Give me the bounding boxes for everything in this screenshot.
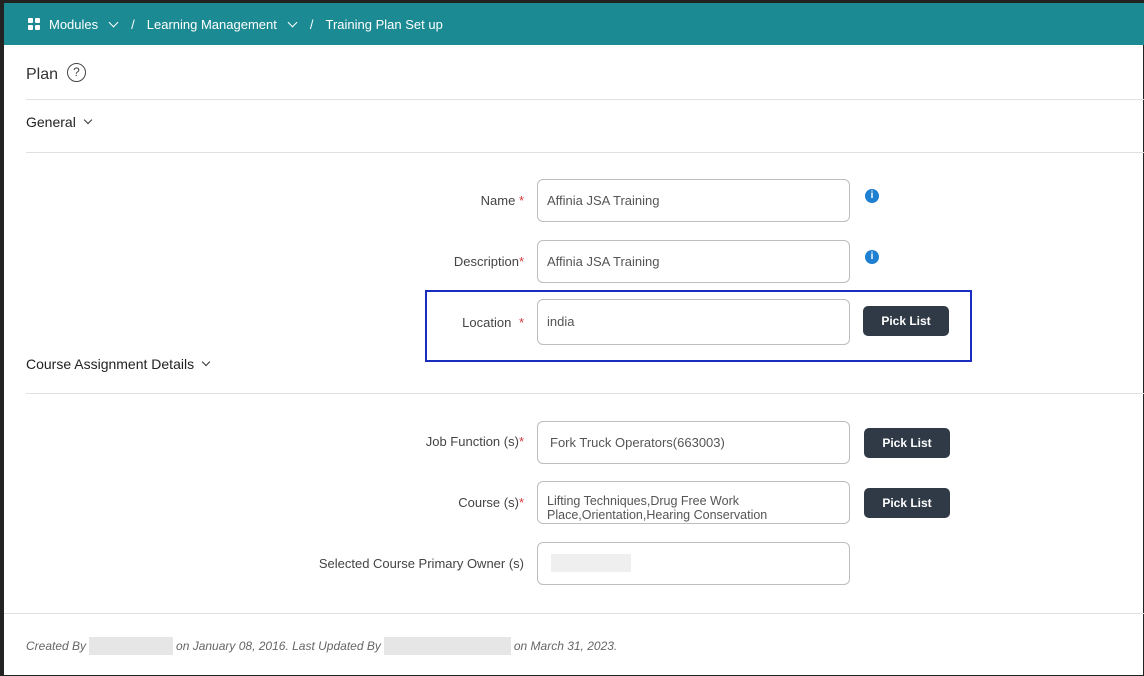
location-label: Location * xyxy=(462,315,524,330)
created-on-text: on January 08, 2016. Last Updated By xyxy=(176,639,381,653)
breadcrumb-learning-management[interactable]: Learning Management xyxy=(146,16,298,32)
job-function-label-text: Job Function (s) xyxy=(425,434,519,449)
location-field[interactable]: india xyxy=(537,299,850,345)
description-label-text: Description xyxy=(453,254,519,269)
help-icon[interactable]: ? xyxy=(67,63,86,82)
breadcrumb-separator: / xyxy=(131,16,135,32)
job-function-field-value: Fork Truck Operators(663003) xyxy=(550,435,725,450)
name-field[interactable]: Affinia JSA Training xyxy=(537,179,850,222)
job-function-pick-list-button[interactable]: Pick List xyxy=(864,428,950,458)
audit-footer: Created By on January 08, 2016. Last Upd… xyxy=(26,637,617,655)
name-label-text: Name xyxy=(480,193,516,208)
primary-owner-label: Selected Course Primary Owner (s) xyxy=(319,556,524,571)
section-general-label: General xyxy=(26,114,76,130)
description-field[interactable]: Affinia JSA Training xyxy=(537,240,850,283)
required-mark: * xyxy=(518,495,524,510)
name-field-value: Affinia JSA Training xyxy=(547,193,660,208)
name-label: Name * xyxy=(481,193,524,208)
breadcrumb-modules[interactable]: Modules xyxy=(49,16,119,32)
info-icon[interactable]: i xyxy=(865,189,879,203)
course-pick-list-button[interactable]: Pick List xyxy=(864,488,950,518)
required-mark: * xyxy=(518,315,524,330)
primary-owner-label-text: Selected Course Primary Owner (s) xyxy=(318,556,524,571)
divider xyxy=(26,152,1144,153)
breadcrumb-modules-label: Modules xyxy=(49,16,99,32)
redacted-owner xyxy=(551,554,631,572)
chevron-down-icon[interactable] xyxy=(287,17,298,28)
chevron-down-icon xyxy=(83,115,93,125)
updated-on-text: on March 31, 2023. xyxy=(513,639,618,653)
required-mark: * xyxy=(518,254,524,269)
breadcrumb-learning-management-label: Learning Management xyxy=(146,16,277,32)
required-mark: * xyxy=(518,193,524,208)
chevron-down-icon xyxy=(201,357,211,367)
location-pick-list-button[interactable]: Pick List xyxy=(863,306,949,336)
modules-grid-icon[interactable] xyxy=(28,18,40,30)
job-function-label: Job Function (s)* xyxy=(426,434,524,449)
divider xyxy=(26,393,1144,394)
course-label-text: Course (s) xyxy=(458,495,519,510)
course-field[interactable]: Lifting Techniques,Drug Free Work Place,… xyxy=(537,481,850,524)
breadcrumb-current: Training Plan Set up xyxy=(325,16,443,32)
location-field-value: india xyxy=(547,314,575,329)
info-icon[interactable]: i xyxy=(865,250,879,264)
redacted-creator xyxy=(89,637,174,655)
course-label: Course (s)* xyxy=(458,495,524,510)
divider xyxy=(4,613,1144,614)
divider xyxy=(26,99,1144,100)
description-field-value: Affinia JSA Training xyxy=(547,254,660,269)
breadcrumb-separator: / xyxy=(309,16,314,32)
chevron-down-icon[interactable] xyxy=(108,17,119,28)
primary-owner-field[interactable] xyxy=(537,542,850,585)
location-label-text: Location xyxy=(462,315,512,330)
page-title: Plan xyxy=(26,66,59,83)
required-mark: * xyxy=(518,434,524,449)
top-nav-bar: Modules / Learning Management / Training… xyxy=(4,3,1144,45)
redacted-updater xyxy=(383,637,511,655)
section-general-toggle[interactable]: General xyxy=(26,114,93,130)
description-label: Description* xyxy=(454,254,524,269)
course-field-value: Lifting Techniques,Drug Free Work Place,… xyxy=(547,494,768,522)
job-function-field[interactable]: Fork Truck Operators(663003) xyxy=(537,421,850,464)
created-by-label: Created By xyxy=(26,639,87,653)
section-course-assignment-toggle[interactable]: Course Assignment Details xyxy=(26,356,211,372)
section-course-assignment-label: Course Assignment Details xyxy=(26,356,195,372)
